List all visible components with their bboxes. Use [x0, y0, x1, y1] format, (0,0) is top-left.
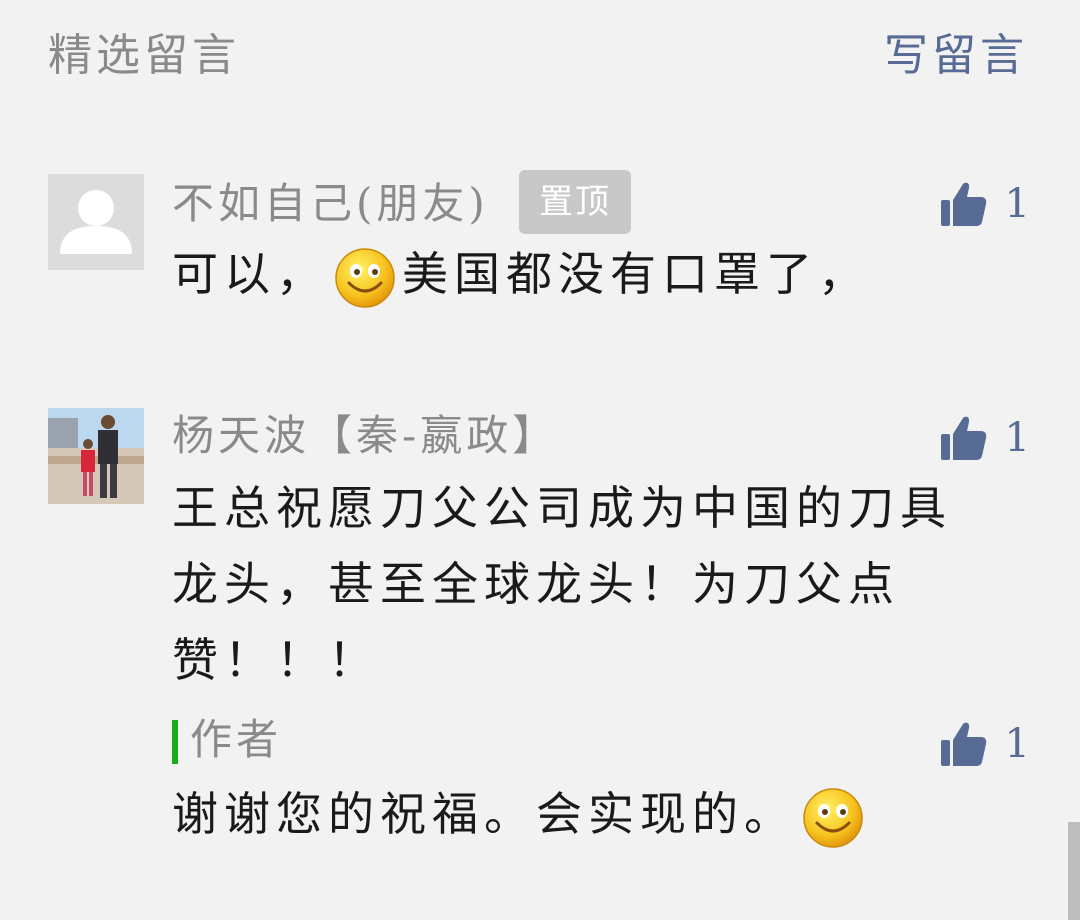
thumbs-up-icon [940, 416, 986, 460]
comment-text: 美国都没有口罩了， [402, 247, 870, 301]
author-indicator-bar [172, 720, 178, 764]
reply-like-button[interactable]: 1 [939, 714, 1030, 774]
like-count: 1 [1004, 415, 1030, 461]
comment-nickname: 杨天波【秦-嬴政】 [172, 411, 559, 460]
like-count: 1 [1004, 721, 1030, 767]
comment-content: 王总祝愿刀父公司成为中国的刀具龙头，甚至全球龙头！为刀父点赞！！！ [172, 481, 952, 687]
smile-emoji-icon [803, 788, 863, 848]
like-button[interactable]: 1 [939, 174, 1030, 234]
comment-item: 杨天波【秦-嬴政】 1 王总祝愿刀父公司成为中国的刀具龙头，甚至全球龙头！为刀父… [48, 408, 1030, 848]
comment-text: 可以， [172, 247, 328, 301]
author-label: 作者 [190, 715, 283, 764]
comments-page: 精选留言 写留言 不如自己(朋友) 置顶 1 可以， 美国都没有口罩了， 杨天波… [0, 0, 1080, 920]
reply-text: 谢谢您的祝福。会实现的。 [172, 787, 796, 841]
default-avatar[interactable] [48, 174, 144, 270]
smile-emoji-icon [335, 248, 395, 308]
thumbs-up-icon [940, 722, 986, 766]
comment-content: 可以， 美国都没有口罩了， [172, 236, 1002, 312]
comment-item: 不如自己(朋友) 置顶 1 可以， 美国都没有口罩了， [48, 170, 1030, 314]
scrollbar-thumb[interactable] [1068, 822, 1080, 920]
like-count: 1 [1004, 181, 1030, 227]
like-button[interactable]: 1 [939, 408, 1030, 468]
user-avatar-photo[interactable] [48, 408, 144, 504]
thumbs-up-icon [940, 182, 986, 226]
write-comment-link[interactable]: 写留言 [884, 28, 1028, 84]
comment-nickname: 不如自己(朋友) [172, 179, 489, 228]
featured-comments-title: 精选留言 [48, 30, 240, 81]
pinned-badge: 置顶 [519, 170, 631, 234]
person-icon [60, 190, 132, 254]
photo-avatar-icon [48, 408, 144, 504]
reply-content: 谢谢您的祝福。会实现的。 [172, 776, 1002, 852]
